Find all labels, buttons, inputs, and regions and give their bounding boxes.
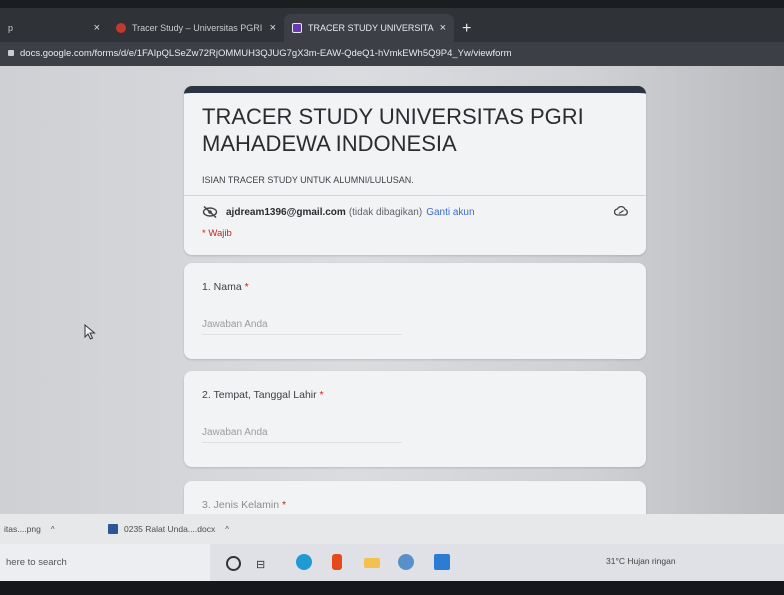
question-text: 2. Tempat, Tanggal Lahir [202,389,317,401]
account-email: ajdream1396@gmail.com [226,206,346,218]
download-item[interactable]: 0235 Ralat Unda....docx ^ [108,524,229,534]
google-forms-favicon-icon [292,23,302,33]
question-card-birthplace-date: 2. Tempat, Tanggal Lahir * Jawaban Anda [184,371,646,467]
question-label: 1. Nama * [202,281,249,293]
question-label: 3. Jenis Kelamin * [202,499,286,511]
form-title: TRACER STUDY UNIVERSITAS PGRI MAHADEWA I… [202,104,584,156]
close-icon[interactable]: × [270,22,276,34]
account-row: ajdream1396@gmail.com (tidak dibagikan) … [202,206,475,218]
question-text: 3. Jenis Kelamin [202,499,280,511]
question-card-name: 1. Nama * Jawaban Anda [184,263,646,359]
weather-text: 31°C Hujan ringan [606,556,676,566]
form-header-card: TRACER STUDY UNIVERSITAS PGRI MAHADEWA I… [184,86,646,255]
answer-input-birthplace-date[interactable]: Jawaban Anda [202,427,402,443]
url-text[interactable]: docs.google.com/forms/d/e/1FAIpQLSeZw72R… [20,48,512,59]
close-icon[interactable]: × [94,22,100,34]
account-note: (tidak dibagikan) [348,206,423,218]
windows-taskbar: here to search ⊟ 31°C Hujan ringan [0,544,784,581]
mouse-cursor-icon [84,324,96,340]
taskbar-search-box[interactable]: here to search [0,544,210,581]
edge-icon[interactable] [296,554,312,570]
file-explorer-icon[interactable] [364,558,380,568]
answer-input-name[interactable]: Jawaban Anda [202,319,402,335]
divider [184,195,646,196]
question-card-gender: 3. Jenis Kelamin * [184,481,646,514]
browser-tab-strip: p × Tracer Study – Universitas PGRI M × … [0,8,784,42]
search-placeholder: here to search [6,557,67,568]
required-asterisk: * [281,499,287,511]
question-label: 2. Tempat, Tanggal Lahir * [202,389,324,401]
required-asterisk: * [244,281,249,293]
tab-title: p [8,23,14,33]
tab-0[interactable]: p × [0,14,108,42]
monitor-bezel [0,581,784,595]
cloud-saved-icon [614,205,628,216]
task-view-icon[interactable]: ⊟ [256,558,272,574]
site-favicon-icon [116,23,126,33]
form-page: TRACER STUDY UNIVERSITAS PGRI MAHADEWA I… [0,66,784,514]
chevron-up-icon[interactable]: ^ [225,525,229,534]
question-text: 1. Nama [202,281,242,293]
close-icon[interactable]: × [440,22,446,34]
download-bar: itas....png ^ 0235 Ralat Unda....docx ^ [0,514,784,544]
download-item[interactable]: itas....png ^ [4,524,55,534]
lock-icon [8,50,14,56]
switch-account-link[interactable]: Ganti akun [426,207,474,218]
required-note: * Wajib [202,228,232,239]
office-icon[interactable] [332,554,342,570]
download-filename: itas....png [4,524,41,534]
download-filename: 0235 Ralat Unda....docx [124,524,216,534]
tab-title: TRACER STUDY UNIVERSITAS PGI [308,23,434,33]
tab-tracer-study[interactable]: Tracer Study – Universitas PGRI M × [108,14,284,42]
chevron-up-icon[interactable]: ^ [51,525,55,534]
system-tray[interactable]: 31°C Hujan ringan [606,556,676,566]
form-description: ISIAN TRACER STUDY UNTUK ALUMNI/LULUSAN. [202,175,414,185]
cortana-icon[interactable] [226,556,241,571]
word-icon[interactable] [434,554,450,570]
new-tab-button[interactable]: + [462,20,471,38]
required-asterisk: * [319,389,324,401]
tab-google-form[interactable]: TRACER STUDY UNIVERSITAS PGI × [284,14,454,42]
word-document-icon [108,524,118,534]
address-bar[interactable]: docs.google.com/forms/d/e/1FAIpQLSeZw72R… [0,42,784,66]
tab-title: Tracer Study – Universitas PGRI M [132,23,264,33]
eye-off-icon [202,206,218,218]
chrome-icon[interactable] [398,554,414,570]
